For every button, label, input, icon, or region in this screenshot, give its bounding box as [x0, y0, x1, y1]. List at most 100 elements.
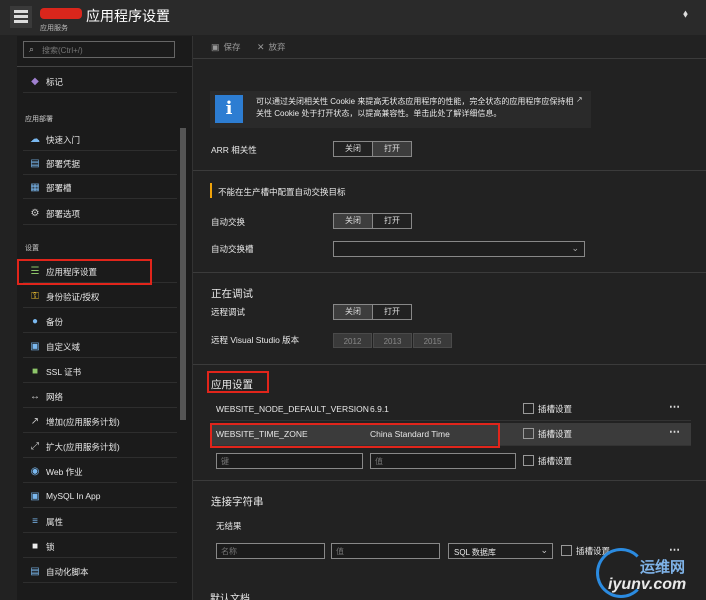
more-options-icon[interactable]: ⋯ [669, 400, 681, 413]
domain-icon: ▣ [30, 341, 40, 352]
new-setting-value-input[interactable] [370, 453, 516, 469]
auto-swap-toggle[interactable]: 关闭 打开 [333, 213, 412, 229]
page-title: 应用程序设置 [86, 8, 170, 24]
remote-debugging-toggle[interactable]: 关闭 打开 [333, 304, 412, 320]
app-settings-logo-icon [10, 6, 32, 28]
nav-item-backup[interactable]: ● 备份 [17, 310, 177, 333]
slot-setting-checkbox[interactable] [523, 455, 534, 466]
row-annotation-box [210, 423, 500, 448]
nav-item-ssl-certificates[interactable]: ■ SSL 证书 [17, 360, 177, 383]
auto-swap-on-option[interactable]: 打开 [373, 214, 411, 228]
vs-version-2013: 2013 [373, 333, 412, 348]
nav-section-deployment: 应用部署 [25, 116, 53, 123]
slot-setting-label: 插槽设置 [538, 429, 573, 439]
lock-icon: ■ [31, 541, 39, 552]
debugging-heading: 正在调试 [211, 288, 253, 300]
nav-annotation-box [17, 259, 152, 285]
cloud-icon: ☁ [30, 134, 40, 145]
default-documents-heading: 默认文档 [210, 594, 250, 600]
nav-item-webjobs[interactable]: ◉ Web 作业 [17, 460, 177, 483]
app-setting-key: WEBSITE_NODE_DEFAULT_VERSION [216, 404, 369, 414]
vs-version-selector: 2012 2013 2015 [333, 333, 453, 348]
backup-icon: ● [31, 316, 39, 327]
nav-scrollbar[interactable] [180, 128, 186, 420]
nav-item-quickstart[interactable]: ☁ 快速入门 [17, 128, 177, 151]
conn-value-input[interactable] [331, 543, 440, 559]
search-box[interactable]: ⌕ [23, 41, 175, 58]
ssl-icon: ■ [31, 366, 39, 377]
properties-icon: ≡ [32, 516, 38, 527]
nav-item-locks[interactable]: ■ 锁 [17, 535, 177, 558]
app-setting-new-row: 插槽设置 [210, 449, 691, 472]
close-icon: ✕ [257, 42, 265, 52]
nav-item-scale-up[interactable]: ↗ 增加(应用服务计划) [17, 410, 177, 433]
auto-swap-off-option[interactable]: 关闭 [334, 214, 372, 228]
watermark-cn: 运维网 [640, 559, 686, 576]
page-subtitle: 应用服务 [40, 25, 68, 32]
nav-item-mysql-in-app[interactable]: ▣ MySQL In App [17, 485, 177, 508]
script-icon: ▤ [30, 566, 40, 577]
pin-icon[interactable]: ⬧ [683, 8, 688, 21]
remote-debug-on-option[interactable]: 打开 [373, 305, 411, 319]
slot-setting-checkbox[interactable] [561, 545, 572, 556]
nav-divider [17, 66, 192, 67]
search-icon: ⌕ [29, 44, 35, 54]
nav-item-deployment-options[interactable]: ⚙ 部署选项 [17, 202, 177, 225]
nav-item-automation-script[interactable]: ▤ 自动化脚本 [17, 560, 177, 583]
nav-item-deployment-credentials[interactable]: ▤ 部署凭据 [17, 152, 177, 175]
arr-on-option[interactable]: 打开 [373, 142, 411, 156]
heading-annotation-box [207, 371, 269, 393]
app-setting-row[interactable]: WEBSITE_NODE_DEFAULT_VERSION 6.9.1 插槽设置 … [210, 398, 691, 421]
warning-marker [210, 183, 212, 198]
arr-off-option[interactable]: 关闭 [334, 142, 372, 156]
tag-icon: ◆ [31, 76, 39, 87]
command-bar: ▣ 保存 ✕ 放弃 [193, 36, 706, 58]
remote-debug-off-option[interactable]: 关闭 [334, 305, 372, 319]
connection-strings-empty: 无结果 [216, 521, 242, 531]
nav-item-properties[interactable]: ≡ 属性 [17, 510, 177, 533]
auto-swap-slot-label: 自动交换槽 [211, 244, 254, 254]
app-setting-value: 6.9.1 [370, 404, 389, 414]
slot-setting-checkbox[interactable] [523, 428, 534, 439]
nav-item-authentication[interactable]: ⚿ 身份验证/授权 [17, 285, 177, 308]
remote-debugging-label: 远程调试 [211, 307, 246, 317]
title-bar: 应用程序设置 应用服务 ⬧ [0, 0, 706, 35]
nav-section-settings: 设置 [25, 245, 39, 252]
external-link-icon: ↗ [576, 95, 583, 104]
auto-swap-warning: 不能在生产槽中配置自动交换目标 [218, 187, 346, 197]
nav-item-custom-domains[interactable]: ▣ 自定义域 [17, 335, 177, 358]
more-options-icon[interactable]: ⋯ [669, 425, 681, 438]
scale-up-icon: ↗ [30, 416, 40, 427]
arr-affinity-toggle[interactable]: 关闭 打开 [333, 141, 412, 157]
slot-setting-checkbox[interactable] [523, 403, 534, 414]
auto-swap-slot-select[interactable]: ⌄ [333, 241, 585, 257]
slot-setting-label: 插槽设置 [538, 456, 573, 466]
section-divider [193, 364, 706, 365]
conn-name-input[interactable] [216, 543, 325, 559]
save-icon: ▣ [211, 42, 220, 52]
chevron-down-icon: ⌄ [540, 545, 548, 555]
nav-item-networking[interactable]: ↔ 网络 [17, 385, 177, 408]
info-banner[interactable]: i 可以通过关闭相关性 Cookie 来提高无状态应用程序的性能，完全状态的应用… [210, 91, 591, 128]
nav-item-deployment-slots[interactable]: ▦ 部署槽 [17, 176, 177, 199]
discard-button[interactable]: ✕ 放弃 [257, 41, 286, 53]
watermark-url: iyunv.com [608, 576, 687, 593]
arr-affinity-label: ARR 相关性 [211, 145, 257, 155]
save-button[interactable]: ▣ 保存 [211, 41, 241, 53]
slot-setting-label: 插槽设置 [538, 404, 573, 414]
nav-item-tags[interactable]: ◆ 标记 [17, 70, 177, 93]
search-input[interactable] [42, 44, 172, 56]
slots-icon: ▦ [30, 182, 40, 193]
new-setting-key-input[interactable] [216, 453, 363, 469]
credentials-icon: ▤ [30, 158, 40, 169]
section-divider [193, 170, 706, 171]
network-icon: ↔ [30, 391, 40, 402]
nav-item-scale-out[interactable]: ⤢ 扩大(应用服务计划) [17, 435, 177, 458]
section-divider [193, 272, 706, 273]
conn-type-select[interactable]: SQL 数据库 ⌄ [448, 543, 553, 559]
connection-strings-heading: 连接字符串 [211, 496, 264, 508]
webjob-icon: ◉ [30, 466, 40, 477]
resource-menu: ⌕ ◆ 标记 应用部署 ☁ 快速入门 ▤ 部署凭据 ▦ 部署槽 ⚙ 部署选项 设… [17, 36, 193, 600]
chevron-down-icon: ⌄ [571, 243, 579, 253]
watermark-logo: 运维网 iyunv.com [596, 548, 706, 600]
